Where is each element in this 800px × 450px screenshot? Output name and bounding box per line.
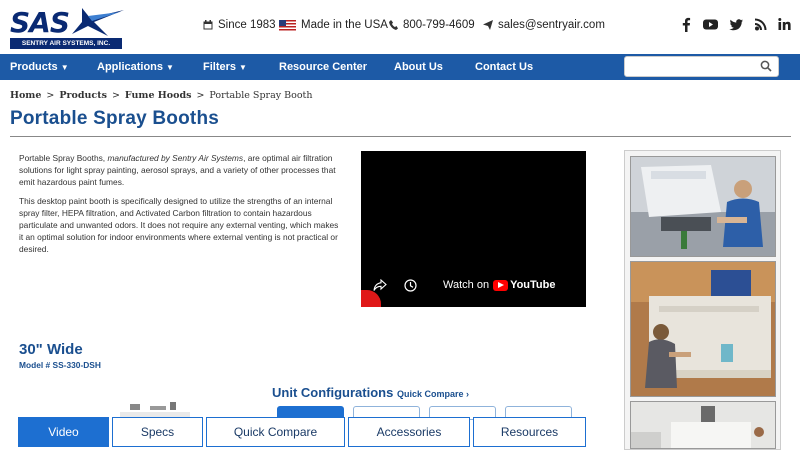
- watch-on-youtube[interactable]: Watch on YouTube: [443, 279, 555, 291]
- nav-contact-us[interactable]: Contact Us: [475, 54, 533, 80]
- video-player[interactable]: Watch on YouTube: [361, 151, 586, 307]
- video-progress-indicator: [361, 290, 381, 307]
- nav-applications[interactable]: Applications ▼: [97, 54, 174, 80]
- unit-configurations-heading: Unit Configurations: [272, 385, 394, 400]
- phone-icon: [389, 20, 398, 30]
- caret-down-icon: ▼: [166, 63, 174, 72]
- share-icon[interactable]: [373, 279, 387, 292]
- breadcrumb-separator: >: [111, 90, 120, 101]
- title-divider: [10, 136, 791, 137]
- breadcrumb-fume-hoods[interactable]: Fume Hoods: [125, 90, 192, 101]
- blog-icon[interactable]: [754, 17, 767, 32]
- photo-gallery: [624, 150, 781, 450]
- us-flag-icon: [279, 19, 296, 31]
- spray-booth-photo: [631, 262, 775, 396]
- nav-products-label: Products: [10, 61, 58, 73]
- caret-down-icon: ▼: [239, 63, 247, 72]
- nav-applications-label: Applications: [97, 61, 164, 73]
- youtube-play-icon: [493, 279, 509, 291]
- quick-compare-link[interactable]: Quick Compare ›: [397, 389, 469, 399]
- intro-paragraph-2: This desktop paint booth is specifically…: [19, 196, 339, 254]
- email-text: sales@sentryair.com: [498, 19, 605, 31]
- tab-resources[interactable]: Resources: [473, 417, 586, 447]
- nav-about-us[interactable]: About Us: [394, 54, 443, 80]
- lab-worker-photo: [631, 157, 775, 256]
- nav-resource-center-label: Resource Center: [279, 61, 368, 73]
- nav-contact-us-label: Contact Us: [475, 61, 534, 73]
- company-logo[interactable]: SAS SENTRY AIR SYSTEMS, INC.: [10, 6, 125, 49]
- nav-filters-label: Filters: [203, 61, 237, 73]
- product-size-title: 30" Wide: [19, 341, 83, 358]
- nav-filters[interactable]: Filters ▼: [203, 54, 247, 80]
- tab-video[interactable]: Video: [18, 417, 109, 447]
- tab-accessories[interactable]: Accessories: [348, 417, 470, 447]
- watch-on-label: Watch on: [443, 279, 490, 291]
- calendar-icon: [203, 20, 213, 30]
- gallery-photo-1[interactable]: [630, 156, 776, 257]
- linkedin-icon[interactable]: [778, 17, 791, 32]
- caret-down-icon: ▼: [60, 63, 69, 72]
- facebook-icon[interactable]: [681, 17, 691, 32]
- logo-text: SAS: [10, 6, 70, 39]
- made-in-info: Made in the USA: [279, 19, 388, 31]
- watch-later-icon[interactable]: [404, 279, 417, 292]
- since-text: Since 1983: [218, 19, 276, 31]
- phone-info[interactable]: 800-799-4609: [389, 19, 475, 31]
- logo-tagline: SENTRY AIR SYSTEMS, INC.: [10, 38, 122, 49]
- breadcrumb: Home > Products > Fume Hoods > Portable Spray …: [10, 90, 312, 101]
- send-icon: [483, 20, 493, 30]
- breadcrumb-products[interactable]: Products: [59, 90, 107, 101]
- youtube-icon[interactable]: [703, 17, 718, 32]
- twitter-icon[interactable]: [729, 17, 743, 32]
- page-title: Portable Spray Booths: [10, 108, 220, 129]
- breadcrumb-separator: >: [46, 90, 55, 101]
- nav-resource-center[interactable]: Resource Center: [279, 54, 367, 80]
- email-info[interactable]: sales@sentryair.com: [483, 19, 605, 31]
- nav-products[interactable]: Products ▼: [10, 54, 69, 80]
- gallery-photo-2[interactable]: [630, 261, 776, 397]
- breadcrumb-separator: >: [196, 90, 205, 101]
- intro-paragraph-1: Portable Spray Booths, manufactured by S…: [19, 152, 341, 188]
- logo-star-mark: [72, 8, 124, 36]
- youtube-wordmark: YouTube: [510, 279, 556, 291]
- breadcrumb-current: Portable Spray Booth: [209, 90, 313, 101]
- product-model-number: Model # SS-330-DSH: [19, 360, 101, 370]
- nav-about-us-label: About Us: [394, 61, 443, 73]
- gallery-photo-3[interactable]: [630, 401, 776, 449]
- youtube-logo: YouTube: [493, 279, 555, 291]
- intro-text: Portable Spray Booths, manufactured by S…: [19, 152, 341, 262]
- booth-lab-photo: [631, 402, 775, 448]
- search-icon[interactable]: [760, 60, 772, 72]
- phone-text: 800-799-4609: [403, 19, 475, 31]
- breadcrumb-home[interactable]: Home: [10, 90, 41, 101]
- tab-quick-compare[interactable]: Quick Compare: [206, 417, 345, 447]
- tab-specs[interactable]: Specs: [112, 417, 203, 447]
- intro-lead: Portable Spray Booths,: [19, 153, 108, 163]
- intro-manufacturer: manufactured by Sentry Air Systems: [107, 153, 244, 163]
- top-bar: SAS SENTRY AIR SYSTEMS, INC. Since 1983 …: [0, 0, 800, 54]
- made-in-text: Made in the USA: [301, 19, 388, 31]
- search-input[interactable]: [624, 56, 779, 77]
- since-info: Since 1983: [203, 19, 276, 31]
